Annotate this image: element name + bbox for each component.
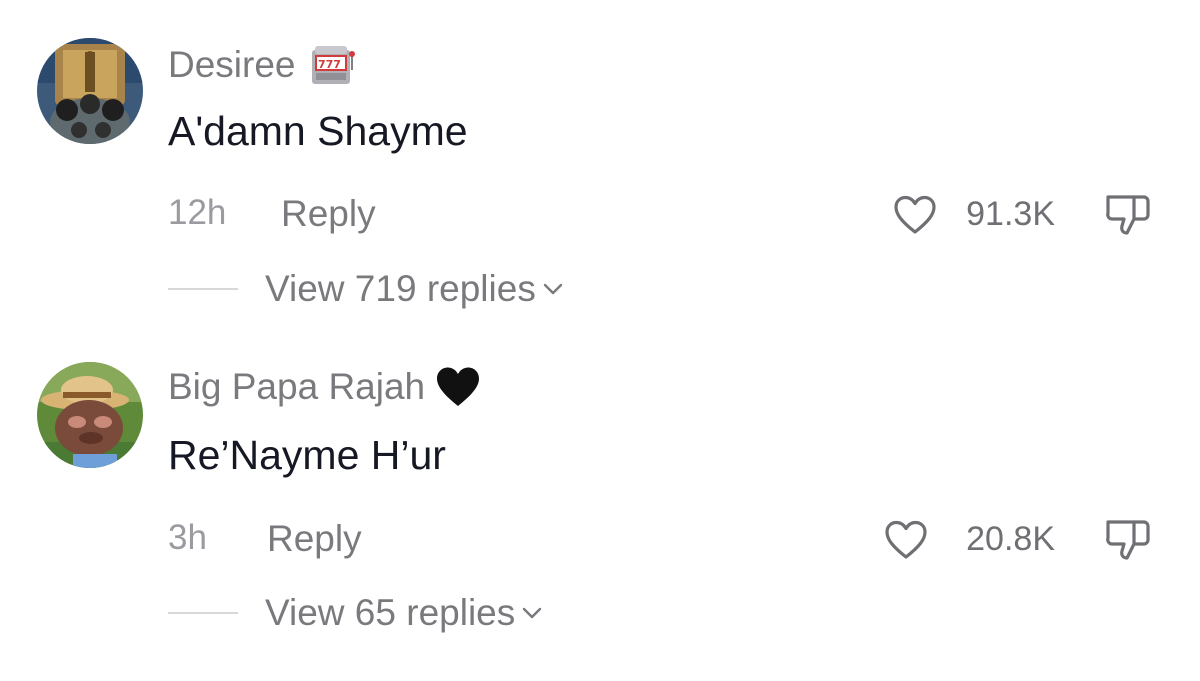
- comment-text: Re’Nayme H’ur: [168, 432, 446, 478]
- black-heart-icon: [435, 366, 481, 408]
- thumbs-down-icon[interactable]: [1102, 514, 1154, 562]
- view-replies-button[interactable]: View 65 replies: [168, 588, 543, 638]
- svg-text:777: 777: [318, 58, 341, 71]
- avatar[interactable]: [37, 38, 143, 144]
- username-text: Big Papa Rajah: [168, 366, 426, 407]
- thread-divider: [168, 612, 238, 614]
- heart-outline-icon[interactable]: [893, 195, 937, 235]
- comment-actions: 12h Reply 91.3K: [168, 193, 1200, 243]
- comment-text: A'damn Shayme: [168, 108, 468, 154]
- comment-actions: 3h Reply 20.8K: [168, 518, 1200, 568]
- view-replies-button[interactable]: View 719 replies: [168, 264, 564, 314]
- like-count: 20.8K: [966, 520, 1055, 558]
- reply-button[interactable]: Reply: [267, 518, 362, 560]
- view-replies-label: View 719 replies: [265, 268, 536, 309]
- chevron-down-icon: [542, 282, 564, 296]
- avatar[interactable]: [37, 362, 143, 468]
- comment-item: Big Papa Rajah Re’Nayme H’ur 3h Reply 20…: [0, 324, 1200, 644]
- slot-machine-icon: 777: [306, 42, 358, 88]
- username-text: Desiree: [168, 44, 296, 85]
- username[interactable]: Big Papa Rajah: [168, 366, 481, 408]
- thumbs-down-icon[interactable]: [1102, 189, 1154, 237]
- avatar-image: [37, 362, 143, 468]
- thread-divider: [168, 288, 238, 290]
- heart-outline-icon[interactable]: [884, 520, 928, 560]
- view-replies-label: View 65 replies: [265, 592, 516, 633]
- chevron-down-icon: [521, 606, 543, 620]
- comment-item: Desiree 777 A'damn Shayme 12h Reply 91.3…: [0, 0, 1200, 320]
- avatar-image: [37, 38, 143, 144]
- username[interactable]: Desiree 777: [168, 42, 358, 88]
- reply-button[interactable]: Reply: [281, 193, 376, 235]
- like-count: 91.3K: [966, 195, 1055, 233]
- comment-timestamp: 12h: [168, 193, 227, 232]
- comment-timestamp: 3h: [168, 518, 207, 557]
